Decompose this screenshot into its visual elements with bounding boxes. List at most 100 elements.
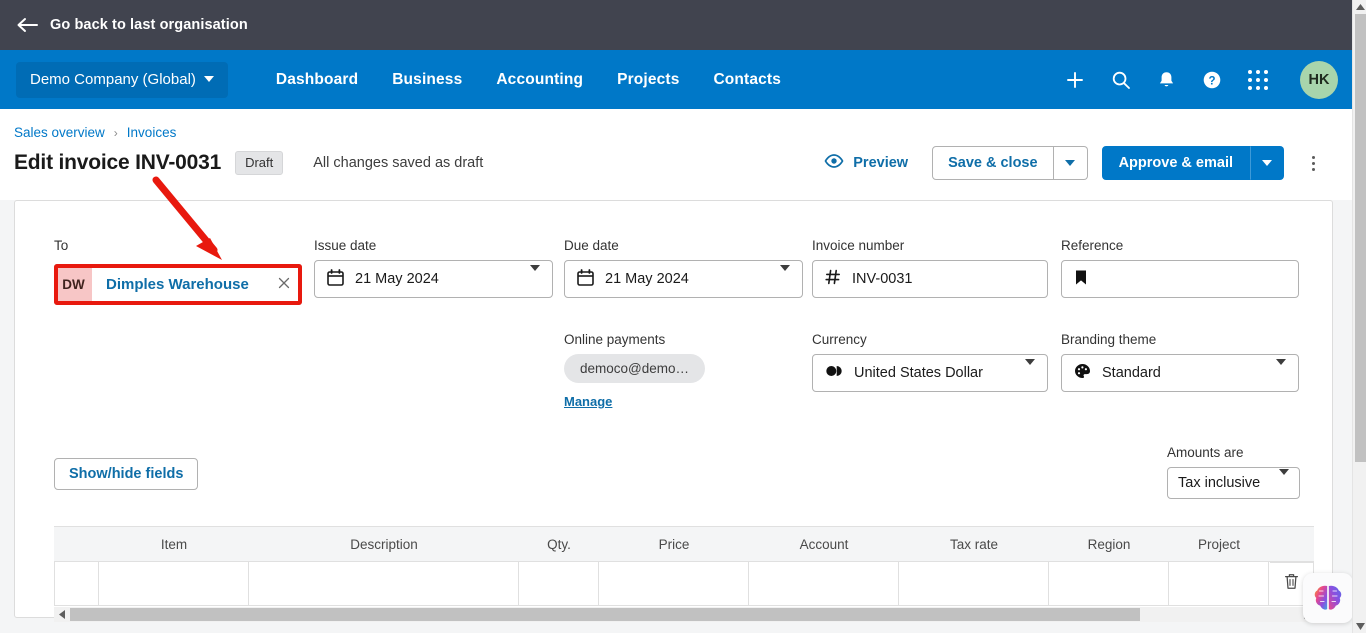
chevron-down-icon[interactable] bbox=[1279, 469, 1289, 491]
reference-label: Reference bbox=[1061, 238, 1124, 253]
org-switcher-button[interactable]: Demo Company (Global) bbox=[16, 61, 228, 98]
invoice-form-card: To DW Dimples Warehouse Issue date 21 Ma… bbox=[14, 200, 1333, 622]
nav-item-contacts[interactable]: Contacts bbox=[713, 71, 781, 89]
drag-handle-column-header bbox=[54, 527, 99, 561]
amounts-are-label: Amounts are bbox=[1167, 445, 1244, 460]
breadcrumb-item-invoices[interactable]: Invoices bbox=[127, 125, 177, 140]
to-contact-field[interactable]: DW Dimples Warehouse bbox=[54, 264, 302, 305]
cell-project[interactable] bbox=[1169, 562, 1269, 605]
show-hide-fields-button[interactable]: Show/hide fields bbox=[54, 458, 199, 490]
chevron-down-icon[interactable] bbox=[780, 265, 790, 287]
online-payments-pill[interactable]: democo@demo… bbox=[564, 354, 706, 383]
header-actions: Preview Save & close Approve & email bbox=[824, 146, 1326, 180]
calendar-icon bbox=[577, 268, 594, 290]
chevron-down-icon bbox=[1262, 160, 1272, 166]
branding-theme-label: Branding theme bbox=[1061, 332, 1157, 347]
amounts-are-select[interactable]: Tax inclusive bbox=[1167, 467, 1300, 499]
column-header-qty: Qty. bbox=[547, 536, 571, 552]
issue-date-group: Issue date 21 May 2024 bbox=[314, 238, 553, 298]
avatar[interactable]: HK bbox=[1300, 60, 1338, 99]
currency-select[interactable]: United States Dollar bbox=[812, 354, 1048, 392]
apps-grid-icon[interactable] bbox=[1248, 69, 1268, 90]
line-items-header-row: Item Description Qty. Price Account Tax … bbox=[54, 526, 1300, 562]
chevron-down-icon bbox=[203, 76, 214, 82]
cell-tax-rate[interactable] bbox=[899, 562, 1049, 605]
plus-icon[interactable] bbox=[1065, 70, 1085, 90]
amounts-are-value: Tax inclusive bbox=[1178, 475, 1261, 491]
column-header-description: Description bbox=[350, 536, 418, 552]
cell-region[interactable] bbox=[1049, 562, 1169, 605]
issue-date-input[interactable]: 21 May 2024 bbox=[314, 260, 553, 298]
page-title: Edit invoice INV-0031 bbox=[14, 151, 222, 174]
column-header-account: Account bbox=[799, 536, 849, 552]
cell-qty[interactable] bbox=[519, 562, 599, 605]
reference-group: Reference bbox=[1061, 238, 1299, 298]
row-drag-handle[interactable] bbox=[54, 562, 99, 605]
save-close-dropdown-button[interactable] bbox=[1053, 146, 1088, 180]
manage-payments-link[interactable]: Manage bbox=[564, 394, 803, 409]
online-payments-label: Online payments bbox=[564, 332, 666, 347]
browser-vertical-scrollbar[interactable] bbox=[1352, 0, 1366, 633]
save-status-text: All changes saved as draft bbox=[313, 155, 484, 171]
org-name-label: Demo Company (Global) bbox=[30, 70, 196, 88]
preview-button[interactable]: Preview bbox=[824, 154, 932, 172]
amounts-are-group: Amounts are Tax inclusive bbox=[1167, 445, 1300, 499]
due-date-label: Due date bbox=[564, 238, 619, 253]
issue-date-label: Issue date bbox=[314, 238, 377, 253]
column-header-price: Price bbox=[658, 536, 690, 552]
issue-date-value: 21 May 2024 bbox=[355, 271, 439, 287]
go-back-label[interactable]: Go back to last organisation bbox=[50, 17, 248, 33]
chevron-down-icon[interactable] bbox=[1025, 359, 1035, 381]
currency-label: Currency bbox=[812, 332, 867, 347]
trash-icon bbox=[1284, 573, 1299, 595]
line-items-horizontal-scrollbar[interactable] bbox=[54, 607, 1314, 622]
search-icon[interactable] bbox=[1111, 70, 1131, 90]
cell-account[interactable] bbox=[749, 562, 899, 605]
help-icon[interactable]: ? bbox=[1202, 70, 1222, 90]
vertical-scroll-thumb[interactable] bbox=[1355, 14, 1366, 462]
arrow-left-icon[interactable] bbox=[16, 17, 38, 33]
branding-theme-value: Standard bbox=[1102, 365, 1161, 381]
brain-icon bbox=[1314, 585, 1342, 610]
nav-item-accounting[interactable]: Accounting bbox=[496, 71, 583, 89]
due-date-input[interactable]: 21 May 2024 bbox=[564, 260, 803, 298]
calendar-icon bbox=[327, 268, 344, 290]
invoice-number-input[interactable]: INV-0031 bbox=[812, 260, 1048, 298]
caret-down-icon[interactable] bbox=[1353, 619, 1366, 633]
status-badge: Draft bbox=[235, 151, 284, 175]
caret-left-icon[interactable] bbox=[54, 607, 70, 622]
to-field-label-wrap: To bbox=[54, 238, 302, 260]
branding-theme-select[interactable]: Standard bbox=[1061, 354, 1299, 392]
column-header-region: Region bbox=[1087, 536, 1131, 552]
ai-assistant-button[interactable] bbox=[1303, 573, 1353, 623]
chevron-down-icon[interactable] bbox=[530, 265, 540, 287]
chevron-down-icon[interactable] bbox=[1276, 359, 1286, 381]
contact-initials-avatar: DW bbox=[55, 265, 92, 304]
more-vertical-icon[interactable] bbox=[1300, 155, 1326, 171]
caret-up-icon[interactable] bbox=[1353, 0, 1366, 14]
close-icon[interactable] bbox=[278, 276, 290, 294]
bell-icon[interactable] bbox=[1157, 70, 1176, 90]
currency-value: United States Dollar bbox=[854, 365, 983, 381]
approve-email-dropdown-button[interactable] bbox=[1250, 146, 1284, 180]
currency-group: Currency United States Dollar bbox=[812, 332, 1048, 392]
nav-item-business[interactable]: Business bbox=[392, 71, 462, 89]
nav-item-projects[interactable]: Projects bbox=[617, 71, 679, 89]
chevron-down-icon bbox=[1065, 160, 1076, 166]
column-header-tax-rate: Tax rate bbox=[949, 536, 999, 552]
main-navbar: Demo Company (Global) Dashboard Business… bbox=[0, 50, 1352, 109]
breadcrumb-item-sales-overview[interactable]: Sales overview bbox=[14, 125, 105, 140]
cell-item[interactable] bbox=[99, 562, 249, 605]
reference-input[interactable] bbox=[1061, 260, 1299, 298]
save-close-button[interactable]: Save & close bbox=[932, 146, 1054, 180]
cell-description[interactable] bbox=[249, 562, 519, 605]
online-payments-group: Online payments democo@demo… Manage bbox=[564, 332, 803, 409]
save-close-button-group: Save & close bbox=[932, 146, 1088, 180]
contact-name-label[interactable]: Dimples Warehouse bbox=[106, 276, 249, 293]
horizontal-scroll-thumb[interactable] bbox=[70, 608, 1140, 621]
approve-email-button[interactable]: Approve & email bbox=[1101, 146, 1250, 180]
breadcrumb: Sales overview › Invoices bbox=[14, 125, 1326, 140]
nav-item-dashboard[interactable]: Dashboard bbox=[276, 71, 358, 89]
table-row[interactable] bbox=[54, 562, 1300, 606]
cell-price[interactable] bbox=[599, 562, 749, 605]
